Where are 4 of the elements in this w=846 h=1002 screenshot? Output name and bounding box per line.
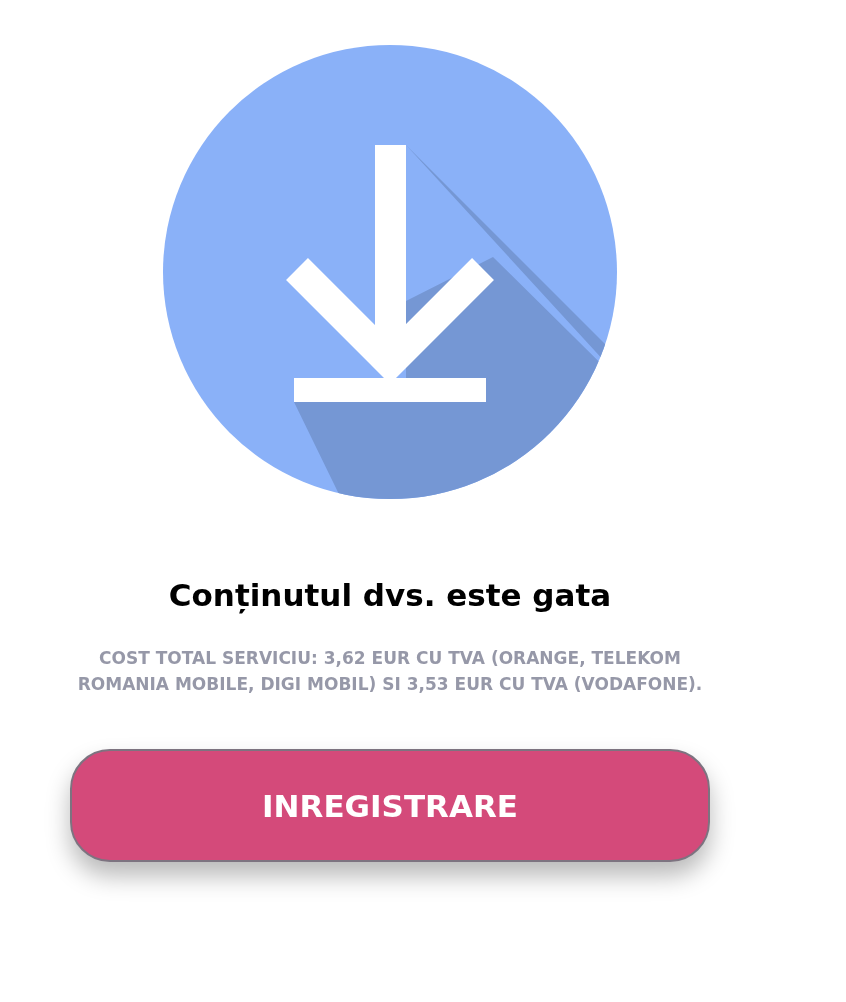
download-icon [163, 45, 617, 499]
title: Conținutul dvs. este gata [168, 576, 612, 615]
register-button[interactable]: INREGISTRARE [70, 749, 710, 862]
pricing-notice: COST TOTAL SERVICIU: 3,62 EUR CU TVA (ORANGE, TELEKOM ROMANIA MOBILE, DIGI MOBIL) SI 3,53 EUR CU TVA (VODAFONE). [76, 647, 704, 696]
